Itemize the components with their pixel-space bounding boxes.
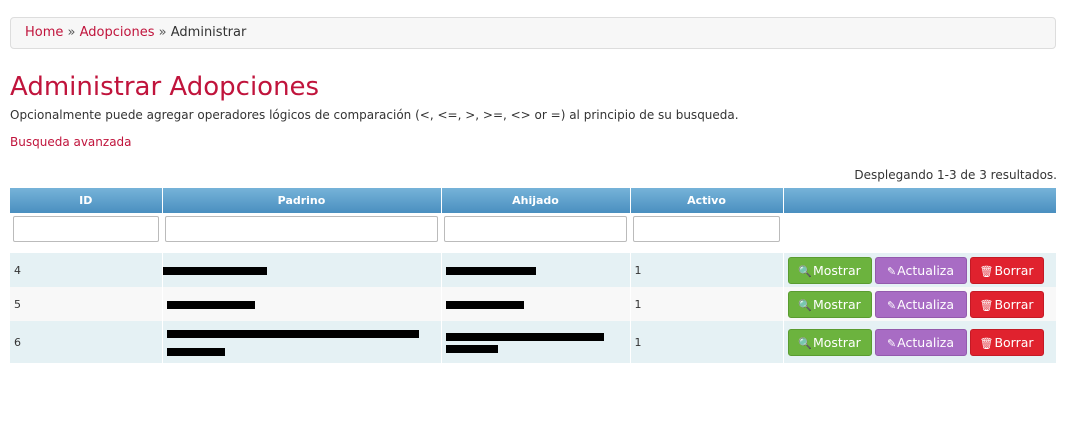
delete-button-label: Borrar bbox=[994, 262, 1034, 278]
cell-actions: 🔍Mostrar ✎Actualiza 🗑Borrar bbox=[782, 253, 1056, 287]
cell-actions: 🔍Mostrar ✎Actualiza 🗑Borrar bbox=[782, 321, 1056, 363]
zoom-in-icon: 🔍 bbox=[798, 336, 812, 350]
filter-id-input[interactable] bbox=[13, 216, 159, 242]
column-header-activo[interactable]: Activo bbox=[630, 188, 784, 213]
delete-button-label: Borrar bbox=[994, 334, 1034, 350]
show-button-label: Mostrar bbox=[812, 262, 861, 278]
cell-ahijado bbox=[440, 287, 630, 321]
breadcrumb-separator: » bbox=[67, 25, 76, 40]
redacted-text bbox=[166, 330, 419, 338]
trash-icon: 🗑 bbox=[979, 298, 994, 312]
filter-row bbox=[10, 213, 1056, 245]
delete-button[interactable]: 🗑Borrar bbox=[969, 256, 1044, 284]
show-button-label: Mostrar bbox=[812, 334, 861, 350]
filter-padrino-input[interactable] bbox=[165, 216, 438, 242]
delete-button-label: Borrar bbox=[994, 296, 1034, 312]
breadcrumb-home-link[interactable]: Home bbox=[25, 25, 63, 40]
table-row: 5 1 🔍Mostrar ✎Actualiza 🗑Borrar bbox=[10, 287, 1056, 321]
search-hint-text: Opcionalmente puede agregar operadores l… bbox=[10, 108, 739, 122]
cell-actions: 🔍Mostrar ✎Actualiza 🗑Borrar bbox=[782, 287, 1056, 321]
column-header-ahijado[interactable]: Ahijado bbox=[441, 188, 631, 213]
breadcrumb-adopciones-link[interactable]: Adopciones bbox=[80, 25, 155, 40]
update-button[interactable]: ✎Actualiza bbox=[874, 290, 967, 318]
update-button[interactable]: ✎Actualiza bbox=[874, 328, 967, 356]
cell-padrino bbox=[161, 287, 441, 321]
cell-ahijado bbox=[440, 253, 630, 287]
cell-activo: 1 bbox=[629, 253, 783, 287]
redacted-text bbox=[445, 333, 604, 341]
show-button-label: Mostrar bbox=[812, 296, 861, 312]
column-header-actions bbox=[783, 188, 1057, 213]
breadcrumb-current: Administrar bbox=[170, 25, 247, 40]
cell-activo: 1 bbox=[629, 321, 783, 363]
show-button[interactable]: 🔍Mostrar bbox=[787, 290, 872, 318]
redacted-text bbox=[445, 345, 498, 353]
column-header-id[interactable]: ID bbox=[10, 188, 163, 213]
table-header-row: ID Padrino Ahijado Activo bbox=[10, 188, 1057, 213]
breadcrumb-separator: » bbox=[158, 25, 167, 40]
redacted-text bbox=[166, 348, 225, 356]
trash-icon: 🗑 bbox=[979, 336, 994, 350]
trash-icon: 🗑 bbox=[979, 264, 994, 278]
redacted-text bbox=[166, 300, 255, 309]
filter-activo-input[interactable] bbox=[633, 216, 780, 242]
update-button-label: Actualiza bbox=[897, 262, 955, 278]
redacted-text bbox=[445, 300, 524, 309]
zoom-in-icon: 🔍 bbox=[798, 264, 812, 278]
zoom-in-icon: 🔍 bbox=[798, 298, 812, 312]
edit-icon: ✎ bbox=[886, 336, 897, 350]
cell-ahijado bbox=[440, 321, 630, 363]
show-button[interactable]: 🔍Mostrar bbox=[787, 328, 872, 356]
edit-icon: ✎ bbox=[886, 298, 897, 312]
adopciones-table: ID Padrino Ahijado Activo 4 1 🔍Mostrar ✎A… bbox=[10, 188, 1057, 363]
breadcrumb: Home » Adopciones » Administrar bbox=[10, 17, 1056, 49]
show-button[interactable]: 🔍Mostrar bbox=[787, 256, 872, 284]
results-summary: Desplegando 1-3 de 3 resultados. bbox=[854, 168, 1057, 182]
update-button[interactable]: ✎Actualiza bbox=[874, 256, 967, 284]
redacted-text bbox=[445, 266, 536, 275]
edit-icon: ✎ bbox=[886, 264, 897, 278]
redacted-text bbox=[162, 266, 267, 275]
delete-button[interactable]: 🗑Borrar bbox=[969, 290, 1044, 318]
table-row: 4 1 🔍Mostrar ✎Actualiza 🗑Borrar bbox=[10, 253, 1056, 287]
cell-id: 4 bbox=[10, 253, 162, 287]
table-row: 6 1 🔍Mostrar ✎Actualiza 🗑Borrar bbox=[10, 321, 1056, 363]
delete-button[interactable]: 🗑Borrar bbox=[969, 328, 1044, 356]
cell-padrino bbox=[161, 321, 441, 363]
page-title: Administrar Adopciones bbox=[10, 72, 320, 102]
cell-padrino bbox=[161, 253, 441, 287]
update-button-label: Actualiza bbox=[897, 296, 955, 312]
cell-activo: 1 bbox=[629, 287, 783, 321]
column-header-padrino[interactable]: Padrino bbox=[162, 188, 442, 213]
advanced-search-link[interactable]: Busqueda avanzada bbox=[10, 133, 132, 151]
update-button-label: Actualiza bbox=[897, 334, 955, 350]
filter-ahijado-input[interactable] bbox=[444, 216, 627, 242]
cell-id: 5 bbox=[10, 287, 162, 321]
cell-id: 6 bbox=[10, 321, 162, 363]
